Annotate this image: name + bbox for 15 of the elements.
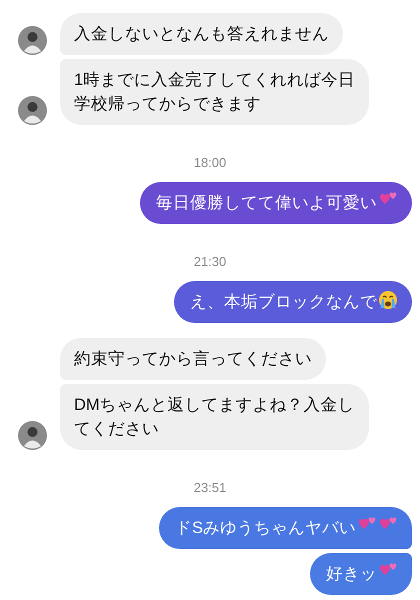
timestamp: 23:51 bbox=[194, 480, 228, 495]
avatar-icon[interactable] bbox=[18, 421, 47, 450]
message-bubble: DMちゃんと返してますよね？入金し てください bbox=[60, 384, 369, 450]
avatar-icon[interactable] bbox=[18, 26, 47, 55]
message-bubble: 1時までに入金完了してくれれば今日 学校帰ってからできます bbox=[60, 59, 370, 125]
message-bubble: 毎日優勝してて偉いよ可愛い bbox=[140, 182, 412, 224]
message-bubble: 入金しないとなんも答えれません bbox=[60, 13, 343, 55]
message-bubble: え、本垢ブロックなんで bbox=[174, 281, 412, 323]
crying-face-icon bbox=[378, 290, 398, 310]
timestamp: 18:00 bbox=[194, 155, 228, 170]
message-bubble: 約束守ってから言ってください bbox=[60, 338, 326, 380]
message-bubble: ドSみゆうちゃんヤバい bbox=[158, 507, 412, 549]
message-bubble: 好きッ bbox=[310, 553, 412, 595]
timestamp: 21:30 bbox=[194, 254, 228, 269]
avatar-icon[interactable] bbox=[18, 96, 47, 125]
